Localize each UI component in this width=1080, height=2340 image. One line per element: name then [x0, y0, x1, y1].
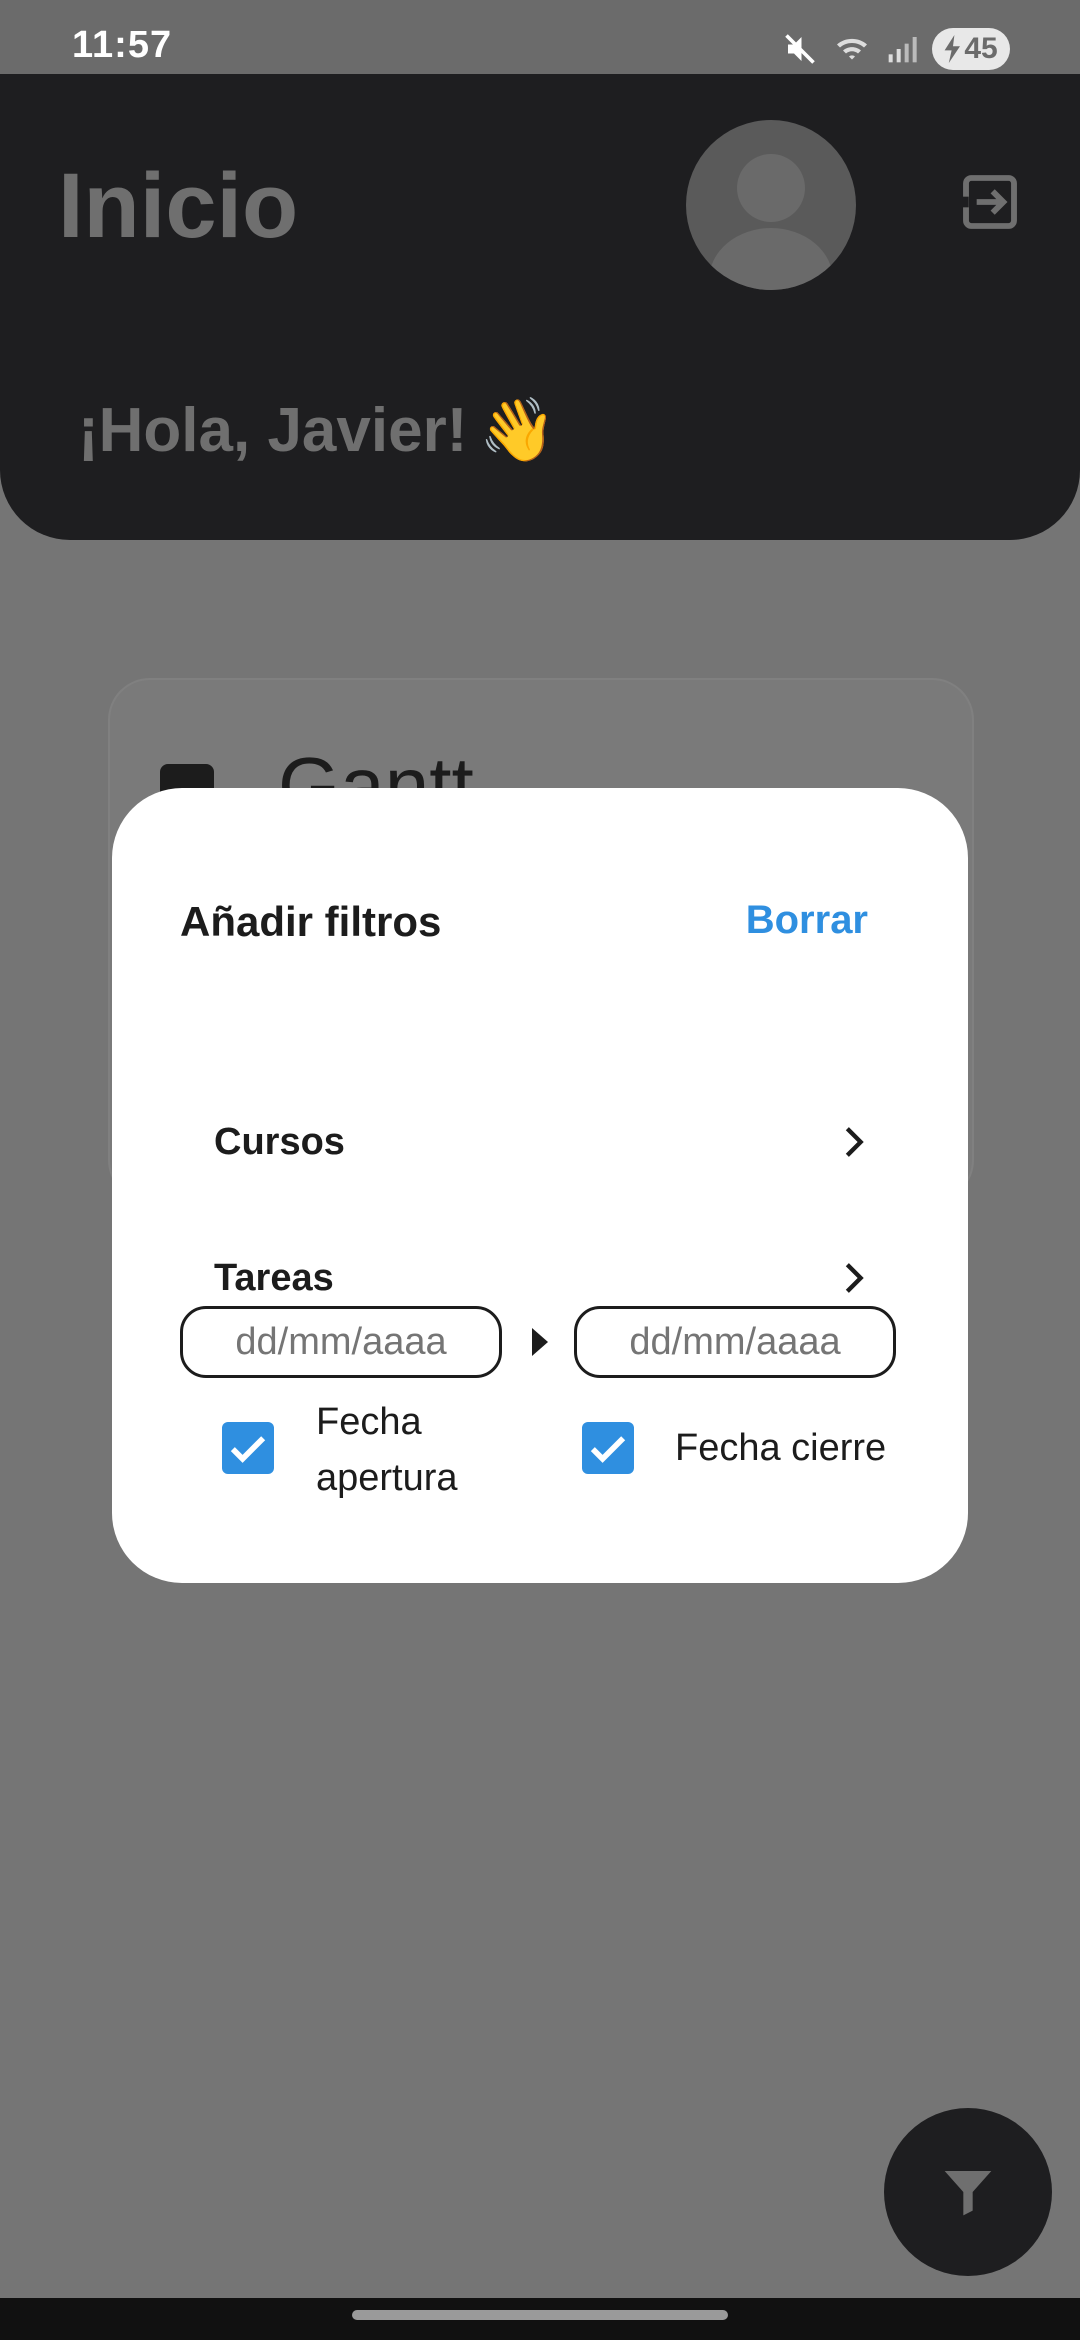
filter-row-label: Cursos	[214, 1120, 345, 1163]
filter-row-label: Tareas	[214, 1256, 334, 1299]
avatar[interactable]	[686, 120, 856, 290]
chevron-right-icon	[845, 1127, 864, 1157]
greeting: ¡Hola, Javier! 👋	[78, 394, 557, 467]
mute-icon	[785, 34, 815, 64]
check-icon	[590, 1436, 626, 1463]
status-time: 11:57	[72, 24, 173, 66]
check-icon	[230, 1436, 266, 1463]
filter-fab-button[interactable]	[884, 2108, 1052, 2276]
arrow-right-icon	[532, 1328, 548, 1356]
clear-button[interactable]: Borrar	[746, 898, 868, 943]
dialog-title: Añadir filtros	[180, 898, 442, 945]
status-icons: 45	[782, 26, 1010, 72]
page-title: Inicio	[58, 155, 299, 257]
greeting-text: ¡Hola, Javier!	[78, 396, 468, 465]
home-indicator[interactable]	[352, 2310, 728, 2320]
filter-icon	[944, 2171, 992, 2216]
header: Inicio ¡Hola, Javier! 👋	[0, 74, 1080, 540]
filter-row-courses[interactable]: Cursos	[214, 1102, 874, 1182]
person-icon	[709, 154, 833, 290]
filter-dialog: Añadir filtros Borrar Cursos Tareas Fech…	[112, 788, 968, 1583]
chevron-right-icon	[845, 1263, 864, 1293]
checkbox-open-date-label: Fecha apertura	[316, 1401, 458, 1499]
checkbox-close-date-label: Fecha cierre	[675, 1427, 887, 1469]
battery-charging-icon: 45	[932, 28, 1010, 70]
signal-icon	[888, 37, 917, 63]
checkbox-close-date[interactable]	[582, 1422, 634, 1474]
wifi-icon	[837, 38, 867, 60]
system-nav-bar	[0, 2298, 1080, 2340]
logout-icon[interactable]	[958, 170, 1022, 234]
status-bar: 11:57 45	[0, 0, 1080, 74]
battery-level: 45	[964, 32, 998, 65]
checkbox-open-date[interactable]	[222, 1422, 274, 1474]
date-end-input[interactable]	[574, 1306, 896, 1378]
wave-emoji: 👋	[479, 396, 557, 465]
date-start-input[interactable]	[180, 1306, 502, 1378]
